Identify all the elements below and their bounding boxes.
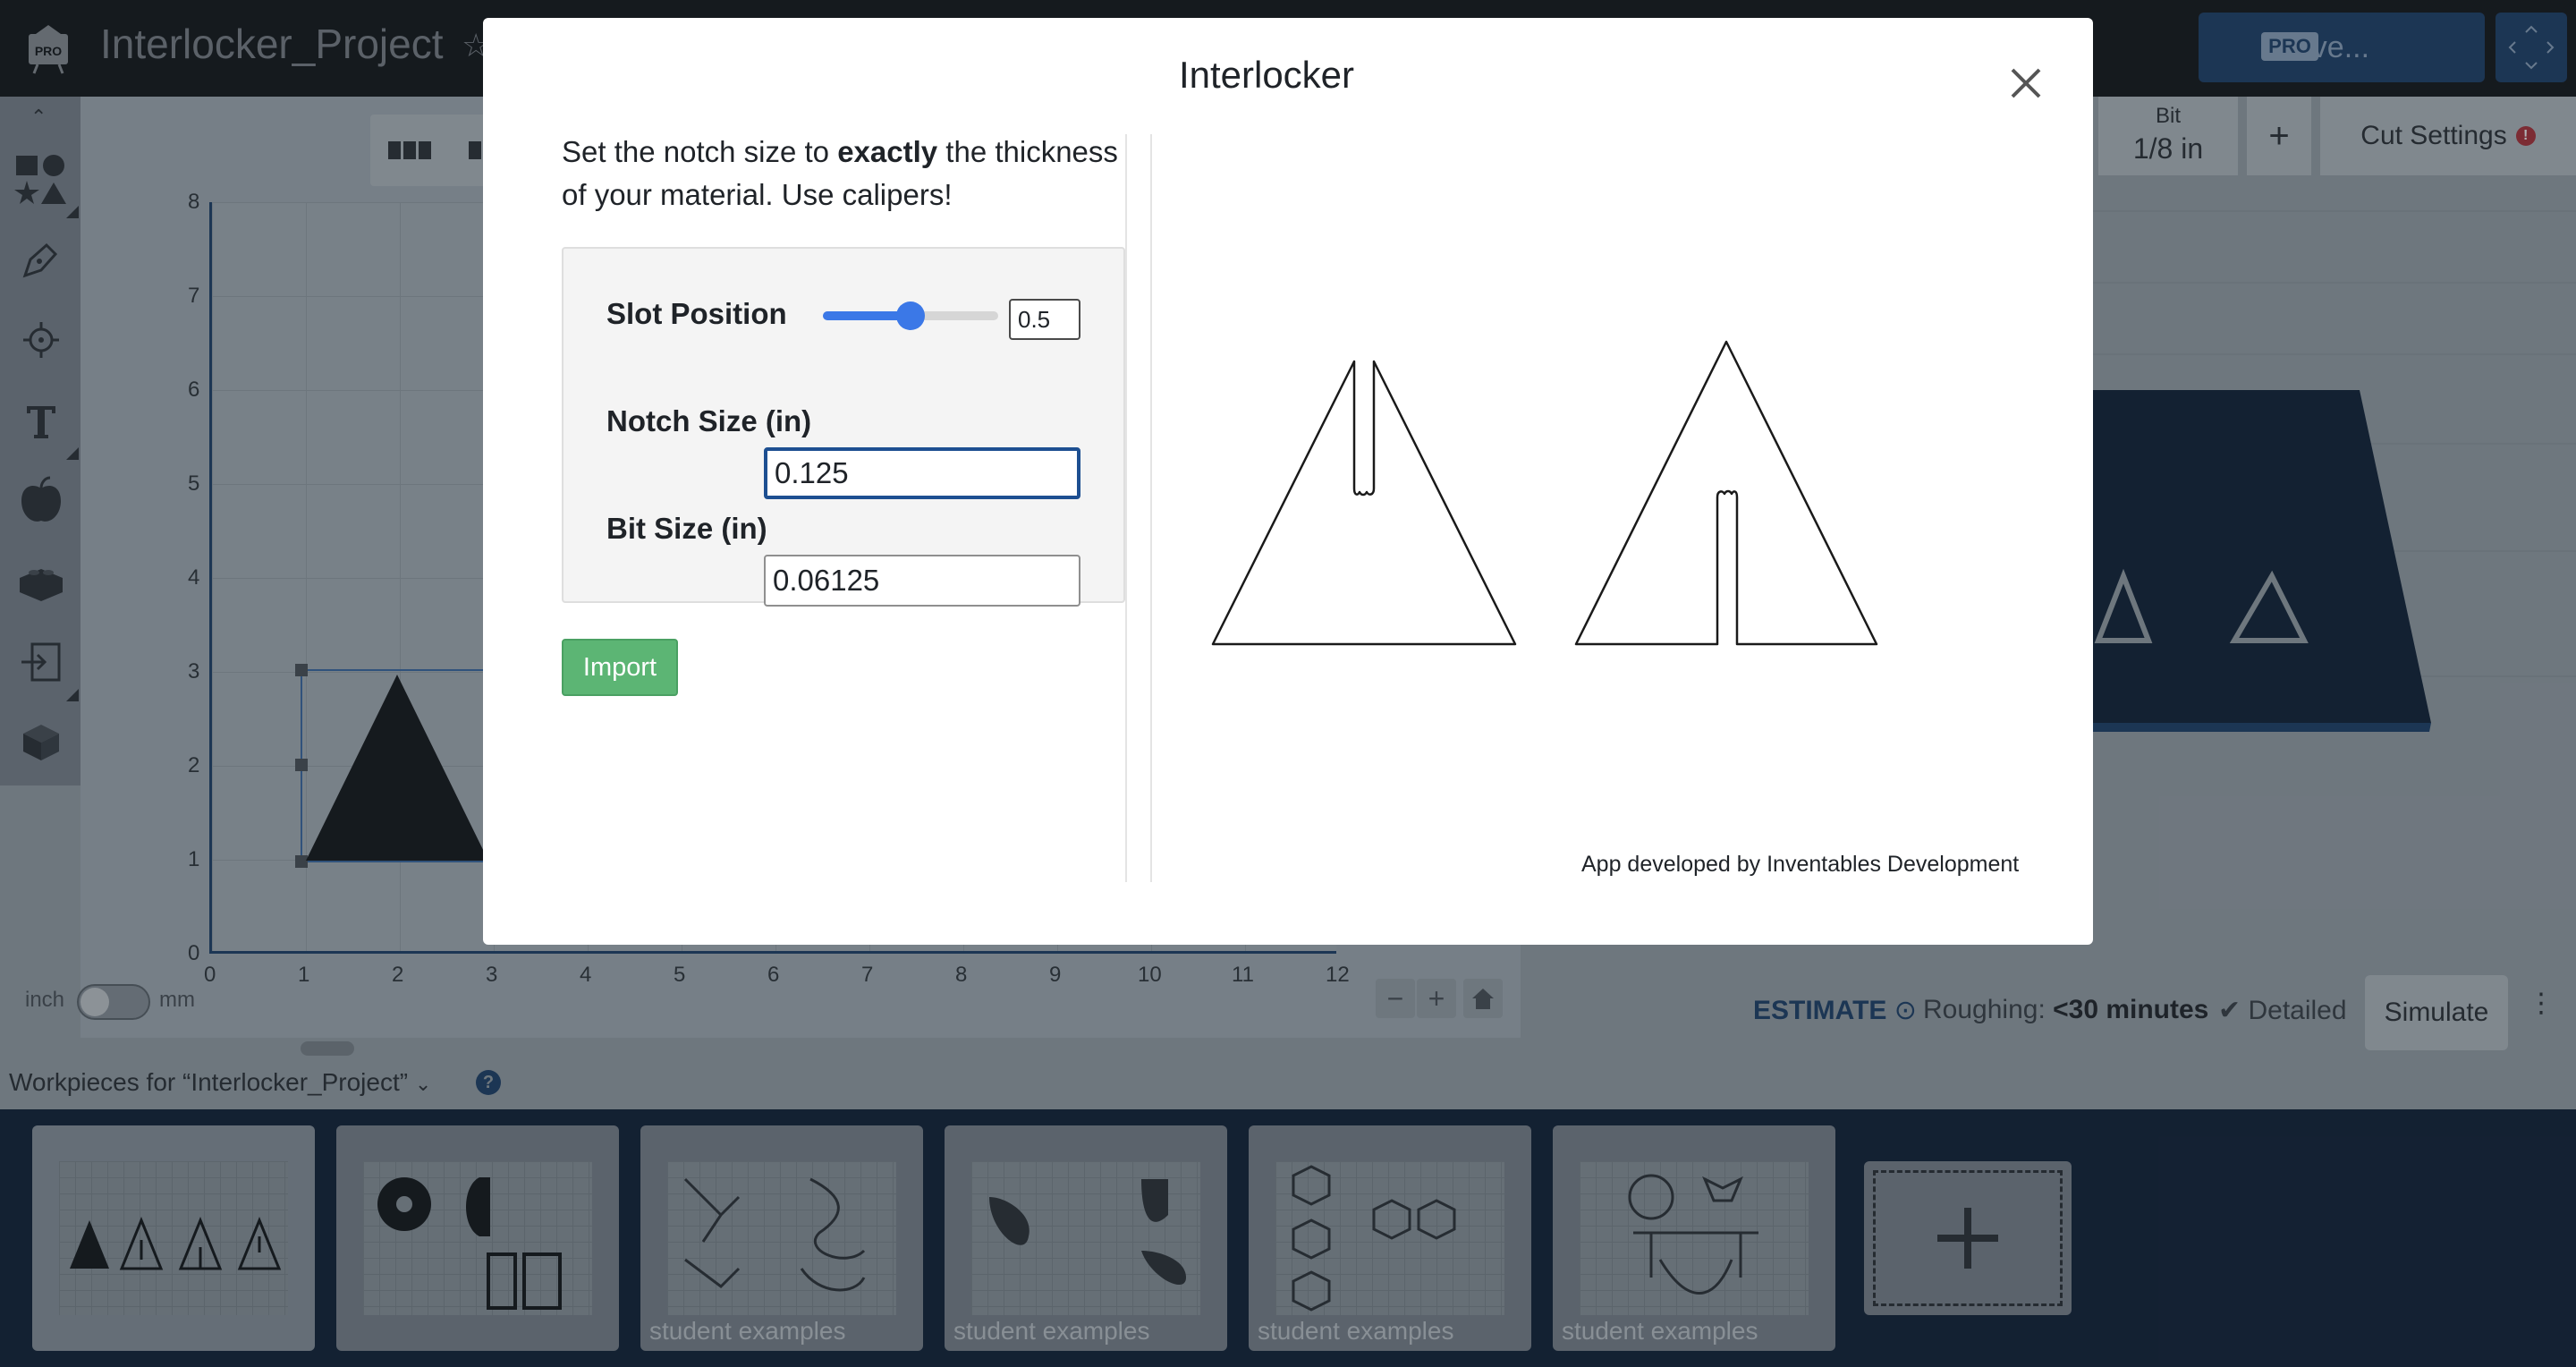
notch-size-input[interactable] [764,447,1080,499]
instructions-emphasis: exactly [837,135,938,168]
bit-size-label: Bit Size (in) [606,512,767,545]
import-button[interactable]: Import [562,639,678,696]
panel-divider [1125,134,1152,882]
triangle-with-bottom-slot [1574,340,1878,646]
developer-credit: App developed by Inventables Development [1581,852,2020,877]
triangle-with-top-slot [1211,360,1517,646]
slot-position-slider-thumb[interactable] [896,301,925,330]
slot-position-input[interactable] [1009,299,1080,340]
slot-position-label: Slot Position [606,297,787,330]
interlock-preview [1211,340,1878,646]
close-button[interactable] [2002,59,2050,107]
close-icon [2011,68,2041,98]
modal-title: Interlocker [1178,54,1355,96]
notch-size-label: Notch Size (in) [606,404,812,437]
bit-size-input[interactable] [764,555,1080,607]
instructions-text: Set the notch size to exactly the thickn… [562,131,1134,217]
instructions-part: Set the notch size to [562,135,838,168]
